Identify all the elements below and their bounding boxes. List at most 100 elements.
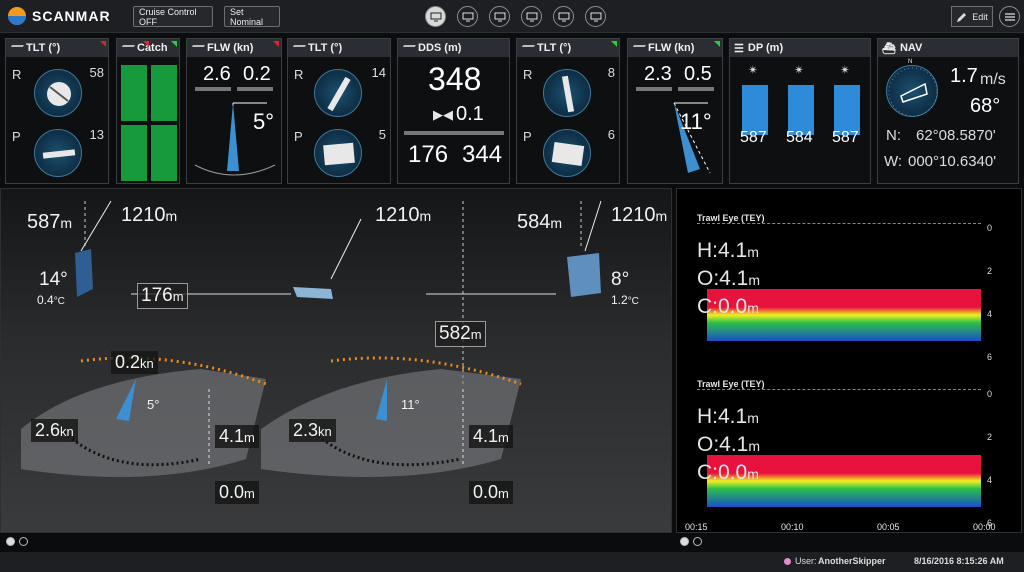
pitch-gauge	[34, 129, 82, 177]
roll-value: 8	[607, 65, 615, 80]
nav-speed: 1.7	[950, 65, 978, 87]
status-flag-red	[143, 41, 149, 47]
tey-page-dot-2[interactable]	[693, 537, 702, 546]
tey-echogram-1[interactable]: Trawl Eye (TEY) H:4.1m O:4.1m C:0.0m 0 2 4 6	[677, 189, 1023, 362]
pitch-label: P	[523, 129, 532, 144]
nav-heading: 68°	[970, 95, 1001, 117]
center-depth-unit: m	[470, 327, 482, 342]
catch-sensor-2	[151, 65, 177, 121]
flow-angle: 11°	[680, 109, 712, 134]
monitor-icon	[526, 12, 537, 21]
net1-bottom-distance-unit: m	[244, 486, 255, 501]
sensor-icon	[7, 44, 25, 52]
set-nominal-button[interactable]: Set Nominal	[224, 6, 280, 27]
dp-panel[interactable]: ☰ DP (m) ✴ 587 ✴ 584 ✴ 587	[729, 38, 871, 184]
monitor-icon	[430, 12, 441, 21]
net2-side-speed-unit: kn	[318, 424, 332, 439]
status-bar: User: AnotherSkipper 8/16/2016 8:15:26 A…	[0, 552, 1024, 572]
tey-opening: O:4.1m	[697, 267, 761, 290]
screen-6-button[interactable]	[585, 6, 606, 27]
net2-opening-height-unit: m	[498, 430, 509, 445]
status-flag	[611, 41, 617, 47]
door-spread-icon: ▶◀	[433, 107, 453, 122]
page-dot-2[interactable]	[19, 537, 28, 546]
menu-button[interactable]	[999, 6, 1020, 27]
compass-north: N	[908, 59, 913, 65]
roll-value: 14	[371, 65, 386, 80]
tlt-panel-3[interactable]: TLT (°) R 8 P 6	[516, 38, 620, 184]
sensor-icon	[188, 44, 206, 52]
left-wire-unit: m	[165, 208, 178, 224]
roll-label: R	[294, 67, 304, 82]
tlt-panel-1[interactable]: TLT (°) R 58 P 13	[5, 38, 109, 184]
tlt-panel-2[interactable]: TLT (°) R 14 P 5	[287, 38, 391, 184]
net2-bottom-distance: 0.0	[473, 482, 499, 502]
flow-angle: 5°	[253, 109, 275, 134]
flow-left-value: 2.3	[644, 63, 672, 85]
tey-surface-line	[697, 223, 981, 224]
flow-left-value: 2.6	[203, 63, 231, 85]
user-name: AnotherSkipper	[818, 556, 886, 566]
tey-clearance: C:0.0m	[697, 461, 759, 484]
status-flag-green	[171, 41, 177, 47]
dp-value: 584	[786, 129, 813, 146]
pitch-label: P	[294, 129, 303, 144]
sensor-icon	[289, 44, 307, 52]
screen-2-button[interactable]	[457, 6, 478, 27]
catch-panel[interactable]: Catch	[116, 38, 180, 184]
center-wire-unit: m	[419, 208, 432, 224]
lon-label: W:	[884, 153, 903, 170]
nav-speed-unit: m/s	[980, 71, 1006, 88]
tey-pager[interactable]	[680, 537, 702, 546]
page-dot-1[interactable]	[6, 537, 15, 546]
datetime: 8/16/2016 8:15:26 AM	[914, 556, 1004, 566]
dp-bar	[788, 85, 814, 135]
dds-distance: 348	[428, 61, 482, 97]
dp-sensor-icon: ✴	[794, 63, 805, 77]
tey-page-dot-1[interactable]	[680, 537, 689, 546]
right-wire-unit: m	[655, 208, 668, 224]
right-door-depth-unit: m	[550, 215, 563, 231]
tey-echogram-2[interactable]: Trawl Eye (TEY) H:4.1m O:4.1m C:0.0m 0 2 4 6	[677, 355, 1023, 528]
cruise-control-button[interactable]: Cruise Control OFF	[133, 6, 213, 27]
scene-pager[interactable]	[6, 537, 28, 546]
dds-panel[interactable]: DDS (m) 348 ▶◀ 0.1 176 344	[397, 38, 510, 184]
panel-title: DDS (m)	[418, 42, 462, 54]
panel-title: DP (m)	[747, 42, 784, 54]
right-door-tilt: 8°	[611, 269, 630, 290]
screen-5-button[interactable]	[553, 6, 574, 27]
net2-side-speed: 2.3	[293, 420, 319, 440]
right-door-temp-unit: °C	[627, 296, 639, 307]
flw-panel-2[interactable]: FLW (kn) 2.3 0.5 11°	[627, 38, 723, 184]
flow-right-value: 0.2	[243, 63, 271, 85]
screen-3-button[interactable]	[489, 6, 510, 27]
roll-gauge	[34, 69, 82, 117]
pitch-value: 5	[378, 127, 386, 142]
nav-panel[interactable]: ⛴ NAV N 1.7 m/s 68° N: 62°08.5870' W: 000…	[877, 38, 1019, 184]
ship-icon: ⛴	[882, 42, 896, 55]
edit-button[interactable]: Edit	[951, 6, 993, 27]
sensor-icon	[399, 44, 417, 52]
latitude: 62°08.5870'	[916, 127, 996, 144]
roll-label: R	[12, 67, 22, 82]
left-door-depth-unit: m	[60, 215, 73, 231]
left-wire-length: 1210	[121, 204, 166, 226]
status-flag	[273, 41, 279, 47]
panel-title: TLT (°)	[26, 42, 61, 54]
right-door-temp: 1.2	[611, 293, 628, 307]
tey-depth-tick: 0	[987, 389, 993, 399]
roll-gauge	[543, 69, 591, 117]
net1-opening-height: 4.1	[219, 426, 245, 446]
dp-value: 587	[832, 129, 859, 146]
screen-1-button[interactable]	[425, 6, 446, 27]
tey-opening: O:4.1m	[697, 433, 761, 456]
edit-label: Edit	[972, 11, 988, 22]
pencil-icon	[957, 12, 967, 22]
user-label: User:	[795, 556, 817, 566]
net2-bottom-distance-unit: m	[498, 486, 509, 501]
tey-depth-tick: 2	[987, 266, 993, 276]
flw-panel-1[interactable]: FLW (kn) 2.6 0.2 5°	[186, 38, 282, 184]
screen-4-button[interactable]	[521, 6, 542, 27]
pitch-gauge	[314, 129, 362, 177]
user-status-icon	[784, 558, 791, 565]
